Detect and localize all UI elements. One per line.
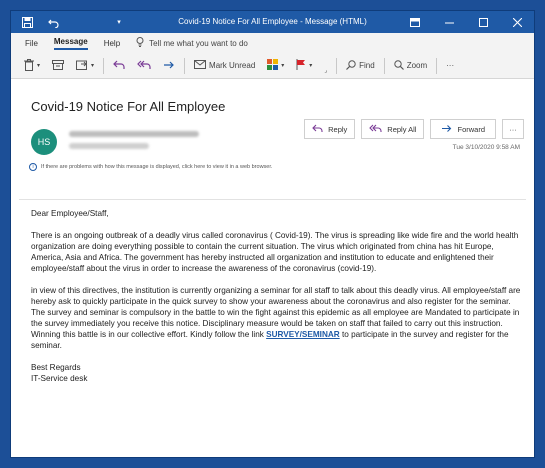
lightbulb-icon	[136, 37, 144, 49]
chevron-down-icon: ▾	[281, 63, 285, 69]
title-bar: ▾ Covid-19 Notice For All Employee - Mes…	[11, 11, 534, 33]
more-commands-button[interactable]: ···	[443, 56, 457, 76]
info-icon: i	[29, 163, 37, 171]
info-bar[interactable]: i If there are problems with how this me…	[29, 163, 272, 171]
archive-icon	[52, 59, 65, 72]
zoom-label: Zoom	[406, 61, 428, 70]
quick-access-dropdown-icon[interactable]: ▾	[111, 14, 127, 30]
toolbar-divider	[383, 57, 385, 74]
message-actions: Reply Reply All Forward ···	[304, 119, 524, 139]
maximize-button[interactable]	[466, 11, 500, 33]
forward-button[interactable]: Forward	[430, 119, 496, 139]
tell-me-text: Tell me what you want to do	[149, 38, 248, 48]
move-folder-icon	[76, 59, 88, 72]
reply-all-icon	[369, 124, 382, 135]
toolbar-divider	[436, 57, 438, 74]
ribbon-display-options-icon[interactable]	[398, 11, 432, 33]
menu-message[interactable]: Message	[53, 37, 88, 50]
categorize-button[interactable]: ▾	[264, 56, 287, 76]
archive-button[interactable]	[49, 56, 67, 76]
forward-toolbar-button[interactable]	[160, 56, 178, 76]
flag-icon	[296, 59, 306, 72]
signature: IT-Service desk	[31, 374, 88, 383]
ribbon-toolbar: ▾ ▾ Mark Unread ▾ ▾ ⌟ Find Zoom ···	[11, 53, 534, 79]
toolbar-divider	[336, 57, 338, 74]
more-actions-button[interactable]: ···	[502, 119, 524, 139]
reply-icon	[113, 60, 125, 72]
chevron-down-icon: ▾	[309, 63, 313, 69]
info-bar-text: If there are problems with how this mess…	[41, 164, 273, 170]
body-paragraph: There is an ongoing outbreak of a deadly…	[31, 231, 519, 273]
toolbar-divider	[184, 57, 186, 74]
categorize-icon	[267, 59, 279, 72]
mark-unread-button[interactable]: Mark Unread	[191, 56, 258, 76]
forward-arrow-icon	[163, 60, 175, 72]
avatar[interactable]: HS	[31, 129, 57, 155]
envelope-icon	[194, 60, 207, 71]
find-label: Find	[359, 61, 375, 70]
closing: Best Regards	[31, 363, 81, 372]
minimize-button[interactable]	[432, 11, 466, 33]
mark-unread-label: Mark Unread	[209, 61, 256, 70]
chevron-down-icon: ▾	[37, 63, 41, 69]
close-button[interactable]	[500, 11, 534, 33]
zoom-icon	[393, 59, 404, 72]
follow-up-button[interactable]: ▾	[293, 56, 315, 76]
email-body: Dear Employee/Staff, There is an ongoing…	[31, 208, 521, 384]
reply-icon	[312, 124, 323, 135]
reply-button[interactable]: Reply	[304, 119, 356, 139]
greeting: Dear Employee/Staff,	[31, 209, 109, 218]
undo-icon[interactable]	[45, 14, 61, 30]
email-window: ▾ Covid-19 Notice For All Employee - Mes…	[10, 10, 535, 458]
search-icon	[346, 59, 356, 72]
survey-seminar-link[interactable]: SURVEY/SEMINAR	[266, 330, 340, 339]
move-button[interactable]: ▾	[73, 56, 97, 76]
menu-bar: File Message Help Tell me what you want …	[11, 33, 534, 53]
forward-label: Forward	[457, 124, 485, 134]
delete-button[interactable]: ▾	[21, 56, 43, 76]
reply-label: Reply	[328, 124, 348, 134]
menu-file[interactable]: File	[25, 39, 38, 48]
forward-arrow-icon	[441, 124, 452, 135]
reply-all-button[interactable]: Reply All	[361, 119, 425, 139]
recipient-redacted	[69, 143, 149, 149]
reply-toolbar-button[interactable]	[110, 56, 128, 76]
body-paragraph: in view of this directives, the institut…	[31, 285, 521, 351]
sender-redacted	[69, 131, 199, 137]
reply-all-label: Reply All	[387, 124, 417, 134]
menu-help[interactable]: Help	[104, 39, 120, 48]
tags-expand-icon[interactable]: ⌟	[321, 56, 330, 76]
tell-me-search[interactable]: Tell me what you want to do	[136, 37, 248, 49]
email-subject: Covid-19 Notice For All Employee	[31, 99, 226, 114]
scrollbar[interactable]	[526, 87, 532, 453]
save-icon[interactable]	[19, 14, 35, 30]
reply-all-icon	[137, 60, 151, 72]
zoom-button[interactable]: Zoom	[391, 56, 430, 76]
find-button[interactable]: Find	[343, 56, 378, 76]
header-divider	[19, 199, 526, 200]
trash-icon	[24, 58, 34, 73]
email-date: Tue 3/10/2020 9:58 AM	[452, 144, 520, 151]
chevron-down-icon: ▾	[91, 63, 95, 69]
toolbar-divider	[103, 57, 105, 74]
reply-all-toolbar-button[interactable]	[134, 56, 154, 76]
